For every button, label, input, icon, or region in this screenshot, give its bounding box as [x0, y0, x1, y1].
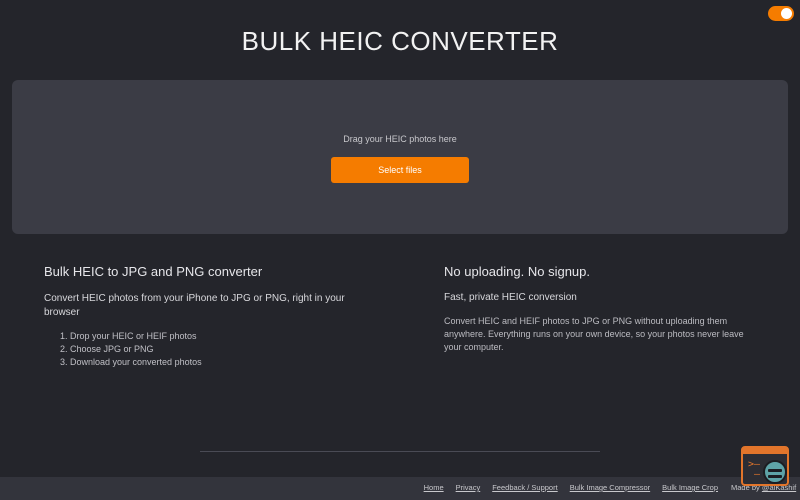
- footer-link-compressor[interactable]: Bulk Image Compressor: [570, 483, 650, 492]
- select-files-button[interactable]: Select files: [331, 157, 469, 183]
- page-title: BULK HEIC CONVERTER: [241, 26, 559, 56]
- info-left: Bulk HEIC to JPG and PNG converter Conve…: [44, 264, 364, 369]
- left-subheading: Convert HEIC photos from your iPhone to …: [44, 293, 345, 318]
- toggle-knob: [781, 8, 792, 19]
- dropzone[interactable]: Drag your HEIC photos here Select files: [12, 80, 788, 234]
- divider: [200, 451, 600, 452]
- dropzone-prompt: Drag your HEIC photos here: [343, 134, 457, 144]
- widget-titlebar: [743, 448, 787, 454]
- footer-link-feedback[interactable]: Feedback / Support: [492, 483, 557, 492]
- steps-list: 1. Drop your HEIC or HEIF photos 2. Choo…: [60, 330, 364, 369]
- footer-link-home[interactable]: Home: [424, 483, 444, 492]
- step-item: 1. Drop your HEIC or HEIF photos: [60, 331, 197, 341]
- theme-toggle[interactable]: [768, 6, 794, 21]
- step-item: 2. Choose JPG or PNG: [60, 344, 154, 354]
- step-item: 3. Download your converted photos: [60, 357, 202, 367]
- feedback-widget-icon[interactable]: >– –: [741, 446, 789, 486]
- footer-links: Home Privacy Feedback / Support Bulk Ima…: [424, 483, 718, 492]
- info-right: No uploading. No signup. Fast, private H…: [444, 264, 756, 354]
- footer-link-privacy[interactable]: Privacy: [456, 483, 481, 492]
- right-description: Convert HEIC and HEIF photos to JPG or P…: [444, 316, 744, 352]
- chat-bubble-icon: [763, 460, 787, 484]
- footer-link-crop[interactable]: Bulk Image Crop: [662, 483, 718, 492]
- right-heading: No uploading. No signup.: [444, 264, 590, 279]
- footer: Home Privacy Feedback / Support Bulk Ima…: [0, 477, 800, 500]
- right-subheading: Fast, private HEIC conversion: [444, 292, 577, 303]
- left-heading: Bulk HEIC to JPG and PNG converter: [44, 264, 263, 279]
- terminal-icon: >– –: [748, 459, 761, 480]
